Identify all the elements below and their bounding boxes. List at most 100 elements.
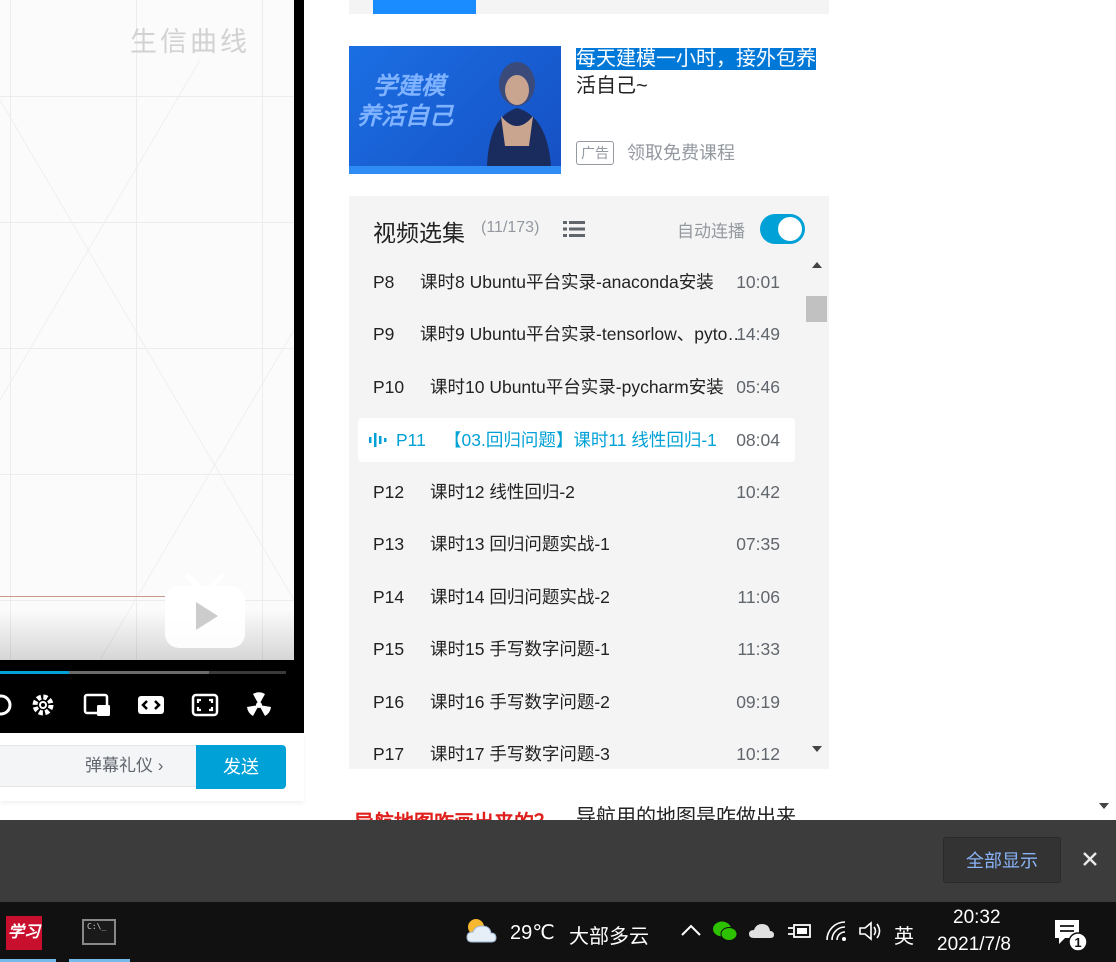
episode-list-panel: 视频选集 (11/173) 自动连播 P8 课时8 Ubuntu平台实录-ana…	[349, 196, 829, 769]
episode-code: P16	[373, 692, 405, 712]
top-card-active-tab[interactable]	[373, 0, 476, 14]
episode-title: 课时13 回归问题实战-1	[430, 534, 610, 554]
widescreen-icon[interactable]	[136, 690, 166, 720]
episode-duration: 08:04	[736, 430, 780, 450]
ad-title[interactable]: 每天建模一小时，接外包养 活自己~	[576, 46, 830, 100]
weather-cloudy-icon[interactable]	[464, 916, 498, 946]
input-method-indicator[interactable]: 英	[894, 920, 914, 949]
episode-item[interactable]: P13 课时13 回归问题实战-1 07:35	[358, 522, 795, 566]
episode-code: P9	[373, 324, 395, 344]
picture-in-picture-icon[interactable]	[82, 690, 112, 720]
video-player[interactable]: 生信曲线	[0, 0, 304, 733]
episode-item[interactable]: P14 课时14 回归问题实战-2 11:06	[358, 575, 795, 619]
weather-temperature[interactable]: 29℃	[510, 920, 555, 945]
ad-title-highlighted: 每天建模一小时，接外包养	[576, 48, 816, 70]
taskbar-app-xuexi[interactable]: 学习	[0, 902, 56, 962]
taskbar-app-terminal[interactable]: C:\_	[69, 902, 130, 962]
episode-title: 课时14 回归问题实战-2	[430, 587, 610, 607]
onedrive-cloud-icon[interactable]	[748, 918, 774, 944]
episode-list-title: 视频选集	[373, 220, 465, 246]
notification-center-icon[interactable]: 1	[1052, 916, 1088, 952]
episode-code: P12	[373, 482, 405, 502]
notification-count: 1	[1074, 935, 1081, 950]
wechat-icon[interactable]	[712, 918, 738, 944]
episode-code: P8	[373, 272, 395, 292]
weather-description[interactable]: 大部多云	[569, 920, 649, 949]
xuexi-app-icon: 学习	[6, 916, 42, 950]
chevron-up-icon[interactable]	[678, 918, 704, 944]
autoplay-toggle[interactable]	[760, 214, 805, 244]
episode-code: P15	[373, 639, 405, 659]
episode-code: P17	[373, 744, 405, 764]
clock-date[interactable]: 2021/7/8	[937, 934, 1011, 956]
episode-item[interactable]: P8 课时8 Ubuntu平台实录-anaconda安装 10:01	[358, 260, 795, 304]
settings-icon[interactable]	[28, 690, 58, 720]
ad-thumbnail-line1: 学建模	[373, 73, 445, 100]
page-scrollbar[interactable]	[1090, 0, 1116, 820]
page-scroll-down-arrow-icon[interactable]	[1099, 803, 1109, 809]
episode-code: P11	[396, 430, 426, 450]
send-danmaku-button[interactable]: 发送	[196, 745, 286, 789]
volume-icon[interactable]	[0, 690, 16, 720]
episode-code: P13	[373, 534, 405, 554]
download-shelf: 全部显示	[0, 820, 1116, 902]
ad-thumbnail-bar	[349, 166, 561, 174]
video-content-line	[0, 596, 165, 597]
ad-cta-link[interactable]: 领取免费课程	[627, 140, 735, 166]
episode-duration: 11:06	[737, 587, 781, 607]
episode-title: 课时16 手写数字问题-2	[430, 692, 610, 712]
episode-count: (11/173)	[481, 219, 540, 236]
ad-thumbnail-text: 学建模 养活自己	[357, 72, 453, 132]
episode-duration: 05:46	[736, 377, 780, 397]
battery-plugged-icon[interactable]	[786, 918, 812, 944]
close-icon[interactable]	[1080, 849, 1100, 869]
autoplay-toggle-knob	[778, 217, 802, 241]
episode-list-scroll-thumb[interactable]	[806, 296, 827, 322]
video-frame[interactable]: 生信曲线	[0, 0, 294, 660]
episode-item[interactable]: P16 课时16 手写数字问题-2 09:19	[358, 680, 795, 724]
episode-item-active[interactable]: P11 【03.回归问题】课时11 线性回归-1 08:04	[358, 418, 795, 462]
danmaku-bar: 弹幕礼仪 › 发送	[0, 733, 304, 801]
ad-thumbnail-line2: 养活自己	[357, 103, 453, 130]
episode-duration: 09:19	[736, 692, 780, 712]
episode-list-scrollbar[interactable]	[805, 256, 829, 764]
clock-time[interactable]: 20:32	[953, 907, 1001, 929]
episode-item[interactable]: P10 课时10 Ubuntu平台实录-pycharm安装 05:46	[358, 365, 795, 409]
episode-title: 【03.回归问题】课时11 线性回归-1	[444, 430, 717, 450]
episode-item[interactable]: P12 课时12 线性回归-2 10:42	[358, 470, 795, 514]
wifi-icon[interactable]	[823, 918, 849, 944]
scroll-down-arrow-icon[interactable]	[812, 746, 822, 752]
fullscreen-icon[interactable]	[190, 690, 220, 720]
episode-duration: 10:01	[736, 272, 780, 292]
episode-title: 课时10 Ubuntu平台实录-pycharm安装	[430, 377, 724, 397]
video-grid-decoration	[0, 59, 294, 660]
ad-thumbnail[interactable]: 学建模 养活自己	[349, 46, 561, 174]
terminal-icon: C:\_	[82, 919, 116, 945]
episode-code: P14	[373, 587, 405, 607]
recommended-thumbnail-text: 导航地图咋画出来的？	[354, 806, 554, 820]
episode-item[interactable]: P15 课时15 手写数字问题-1 11:33	[358, 627, 795, 671]
danmaku-etiquette-link[interactable]: 弹幕礼仪 ›	[85, 745, 163, 787]
list-view-icon[interactable]	[563, 220, 585, 238]
recommended-title[interactable]: 导航用的地图是咋做出来	[576, 800, 796, 820]
ad-figure-image	[487, 62, 551, 166]
scroll-up-arrow-icon[interactable]	[812, 262, 822, 268]
show-all-downloads-button[interactable]: 全部显示	[943, 837, 1061, 883]
now-playing-icon	[369, 433, 387, 447]
recommended-video[interactable]: 导航地图咋画出来的？ 导航用的地图是咋做出来	[349, 800, 829, 820]
episode-code: P10	[373, 377, 405, 397]
episode-duration: 10:12	[736, 744, 780, 764]
video-shade	[0, 610, 294, 660]
episode-title: 课时17 手写数字问题-3	[430, 744, 610, 764]
volume-icon[interactable]	[857, 918, 883, 944]
autoplay-label: 自动连播	[677, 222, 745, 241]
episode-duration: 07:35	[736, 534, 780, 554]
radiation-icon[interactable]	[244, 690, 274, 720]
episode-title: 课时9 Ubuntu平台实录-tensorlow、pytorch安装	[420, 324, 745, 344]
bilibili-tv-play-icon[interactable]	[162, 570, 248, 652]
episode-duration: 11:33	[737, 639, 781, 659]
progress-played	[0, 671, 69, 674]
episode-item[interactable]: P9 课时9 Ubuntu平台实录-tensorlow、pytorch安装 14…	[358, 312, 795, 356]
episode-item[interactable]: P17 课时17 手写数字问题-3 10:12	[358, 732, 795, 769]
ad-title-rest: 活自己~	[576, 75, 648, 97]
